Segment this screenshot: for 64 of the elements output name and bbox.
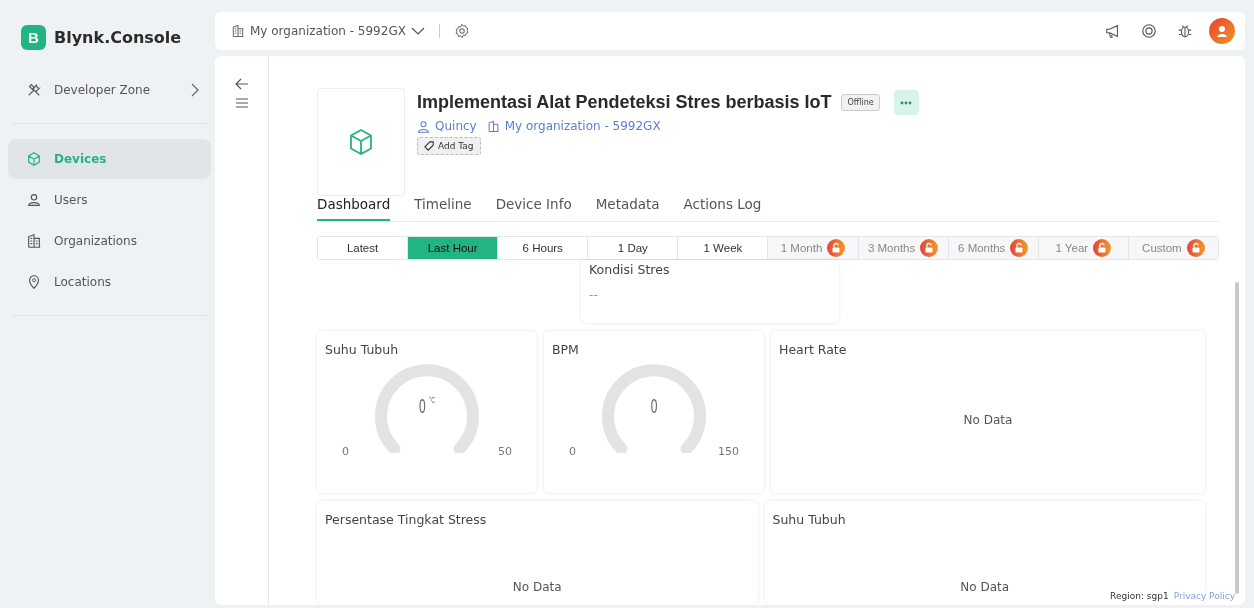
time-range-button[interactable]: 1 Month [768, 237, 859, 259]
time-range-button[interactable]: Latest [318, 237, 409, 259]
tab[interactable]: Timeline [414, 196, 472, 221]
widget-title: Suhu Tubuh [772, 512, 847, 527]
gauge-max: 50 [498, 445, 512, 458]
tab[interactable]: Dashboard [317, 196, 391, 221]
tab[interactable]: Metadata [595, 196, 660, 221]
lock-icon [920, 239, 939, 257]
time-range-button[interactable]: 3 Months [858, 237, 949, 259]
lock-icon [1093, 239, 1112, 257]
time-range-button[interactable]: 6 Months [948, 237, 1039, 259]
time-range-button[interactable]: Last Hour [408, 237, 499, 259]
building-icon [26, 233, 42, 249]
location-pin-icon [26, 274, 42, 290]
region-label: Region: sgp1 [1110, 591, 1169, 601]
lock-icon [827, 239, 846, 257]
device-title: Implementasi Alat Pendeteksi Stres berbasis IoT [417, 92, 832, 113]
widget-title: Suhu Tubuh [325, 342, 400, 357]
lifebuoy-icon[interactable] [1141, 23, 1157, 39]
cube-icon [349, 129, 373, 155]
widget-title: Kondisi Stres [589, 262, 671, 277]
dots-icon [900, 100, 913, 105]
user-icon [26, 192, 42, 208]
tag-icon [424, 141, 434, 151]
sidebar-item[interactable]: Developer Zone [8, 70, 211, 110]
tab[interactable]: Actions Log [683, 196, 762, 221]
lock-icon [1010, 239, 1029, 257]
chevron-right-icon [191, 83, 199, 97]
back-arrow-icon[interactable] [234, 78, 249, 90]
settings-icon[interactable] [453, 23, 470, 39]
widget-title: BPM [552, 342, 580, 357]
status-badge: Offline [841, 94, 880, 111]
gauge-max: 150 [718, 445, 739, 458]
tab[interactable]: Device Info [495, 196, 572, 221]
time-range-button[interactable]: 1 Year [1038, 237, 1129, 259]
gauge-min: 0 [569, 445, 576, 458]
sidebar-item[interactable]: Users [8, 180, 211, 220]
add-tag-button[interactable]: Add Tag [417, 137, 481, 155]
building-icon [486, 119, 500, 133]
tools-icon [26, 82, 42, 98]
lock-icon [1186, 239, 1205, 257]
widget-title: Persentase Tingkat Stress [325, 512, 488, 527]
logo-badge: B [21, 24, 46, 50]
scrollbar[interactable] [1235, 282, 1239, 594]
sidebar-item[interactable]: Organizations [8, 221, 211, 261]
cube-icon [26, 151, 42, 167]
user-avatar[interactable] [1209, 18, 1235, 44]
bug-icon[interactable] [1177, 23, 1193, 39]
gauge-min: 0 [342, 445, 349, 458]
brand-name: Blynk.Console [54, 27, 182, 47]
owner-link[interactable]: Quincy [417, 119, 477, 133]
building-icon [231, 24, 245, 38]
widget-title: Heart Rate [779, 342, 848, 357]
chevron-down-icon [410, 27, 425, 35]
megaphone-icon[interactable] [1105, 23, 1121, 39]
no-data-message: No Data [512, 580, 562, 594]
user-icon [417, 119, 430, 133]
no-data-message: No Data [960, 580, 1010, 594]
no-data-message: No Data [963, 412, 1013, 427]
sidebar-item[interactable]: Locations [8, 262, 211, 302]
organization-dropdown[interactable]: My organization - 5992GX [231, 24, 425, 38]
widget-value: -- [589, 287, 600, 302]
organization-link[interactable]: My organization - 5992GX [486, 119, 661, 133]
gauge-value: 0 [649, 395, 659, 418]
